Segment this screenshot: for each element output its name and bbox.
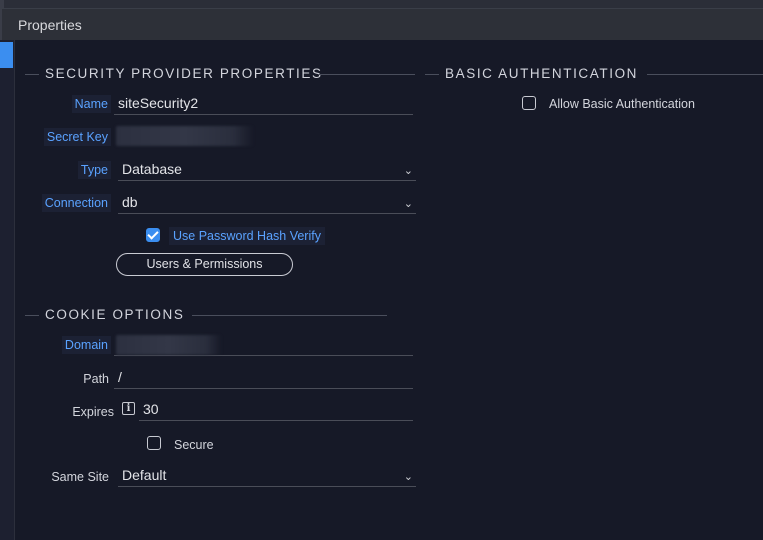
header-rule — [425, 74, 439, 75]
header-rule — [25, 74, 39, 75]
secure-label: Secure — [174, 438, 214, 452]
connection-select[interactable]: db ⌄ — [118, 192, 416, 214]
left-rail — [0, 40, 15, 540]
secure-checkbox[interactable] — [147, 436, 161, 450]
use-password-hash-checkbox[interactable] — [146, 228, 160, 242]
type-value: Database — [122, 161, 182, 177]
header-rule — [318, 74, 415, 75]
basic-auth-header: BASIC AUTHENTICATION — [415, 64, 763, 84]
expires-input[interactable]: 30 — [139, 399, 413, 421]
info-icon[interactable]: i — [122, 402, 135, 415]
header-rule — [647, 74, 763, 75]
panel-titlebar: Properties — [0, 8, 763, 41]
connection-label: Connection — [41, 194, 111, 212]
path-input[interactable]: / — [114, 367, 413, 389]
name-label: Name — [71, 95, 111, 113]
top-strip-notch — [0, 0, 4, 8]
name-input[interactable]: siteSecurity2 — [114, 93, 413, 115]
chevron-down-icon: ⌄ — [403, 471, 413, 483]
properties-panel: SECURITY PROVIDER PROPERTIES BASIC AUTHE… — [15, 40, 763, 540]
chevron-down-icon: ⌄ — [403, 165, 413, 177]
secret-key-input[interactable] — [114, 125, 413, 147]
same-site-select[interactable]: Default ⌄ — [118, 465, 416, 487]
type-select[interactable]: Database ⌄ — [118, 159, 416, 181]
allow-basic-auth-checkbox[interactable] — [522, 96, 536, 110]
left-rail-selection[interactable] — [0, 42, 13, 68]
basic-auth-heading: BASIC AUTHENTICATION — [445, 66, 639, 81]
allow-basic-auth-label: Allow Basic Authentication — [549, 97, 695, 111]
expires-label: Expires — [72, 405, 114, 419]
cookie-options-header: COOKIE OPTIONS — [15, 305, 415, 325]
titlebar-edge — [0, 9, 2, 41]
same-site-label: Same Site — [51, 470, 109, 484]
header-rule — [25, 315, 39, 316]
connection-value: db — [122, 194, 138, 210]
users-permissions-button[interactable]: Users & Permissions — [116, 253, 293, 276]
security-provider-heading: SECURITY PROVIDER PROPERTIES — [45, 66, 323, 81]
chevron-down-icon: ⌄ — [403, 198, 413, 210]
use-password-hash-label: Use Password Hash Verify — [169, 227, 325, 245]
path-label: Path — [83, 372, 109, 386]
type-label: Type — [77, 161, 111, 179]
domain-redacted — [116, 335, 222, 355]
secret-key-redacted — [116, 126, 254, 146]
domain-label: Domain — [61, 336, 111, 354]
domain-input[interactable] — [114, 334, 413, 356]
cookie-options-heading: COOKIE OPTIONS — [45, 307, 185, 322]
header-rule — [192, 315, 387, 316]
panel-title: Properties — [18, 17, 82, 33]
secret-key-label: Secret Key — [43, 128, 111, 146]
top-strip — [0, 0, 763, 8]
security-provider-header: SECURITY PROVIDER PROPERTIES — [15, 64, 415, 84]
same-site-value: Default — [122, 467, 167, 483]
